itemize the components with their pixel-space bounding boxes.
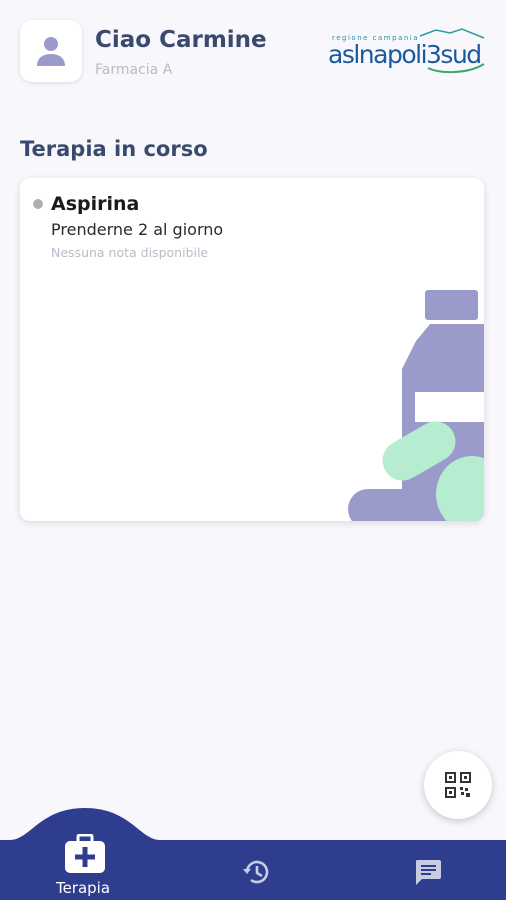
therapy-card[interactable]: Aspirina Prenderne 2 al giorno Nessuna n… xyxy=(20,178,484,521)
nav-tab-history[interactable] xyxy=(238,855,274,889)
medical-kit-icon xyxy=(65,834,105,873)
medicine-dosage: Prenderne 2 al giorno xyxy=(51,220,224,239)
chat-icon xyxy=(416,860,441,885)
pharmacy-name: Farmacia A xyxy=(95,62,173,78)
user-icon xyxy=(37,37,65,66)
nav-tab-chat[interactable] xyxy=(409,855,447,889)
section-title: Terapia in corso xyxy=(20,137,208,161)
nav-tab-terapia[interactable] xyxy=(60,832,110,876)
qr-code-icon xyxy=(445,772,471,798)
greeting: Ciao Carmine xyxy=(95,27,267,53)
asl-logo: regione campania aslnapoli3sud xyxy=(328,28,486,76)
medicine-bottle-illustration xyxy=(348,290,484,521)
nav-tab-terapia-label[interactable]: Terapia xyxy=(33,879,133,897)
history-icon xyxy=(243,860,269,884)
medicine-name: Aspirina xyxy=(51,193,140,215)
status-dot xyxy=(33,199,43,209)
avatar[interactable] xyxy=(20,20,82,82)
logo-main-text: aslnapoli3sud xyxy=(328,40,482,69)
medicine-note: Nessuna nota disponibile xyxy=(51,245,209,260)
